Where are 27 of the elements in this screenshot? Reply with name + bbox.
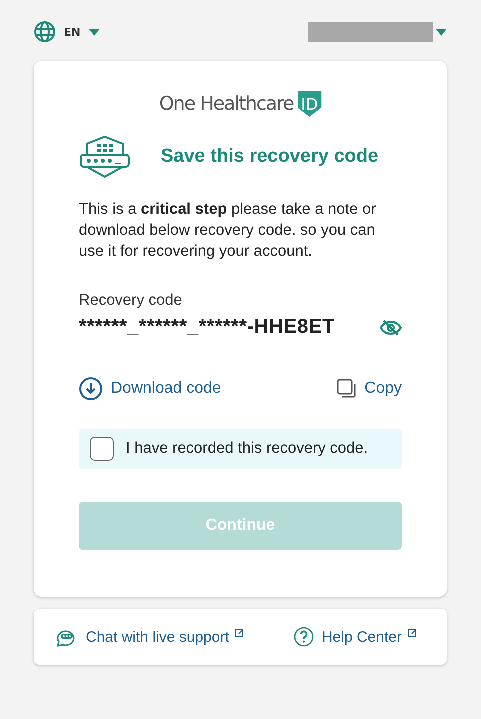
globe-icon: [34, 21, 56, 43]
external-link-icon: [235, 628, 244, 638]
help-center-link[interactable]: Help Center: [294, 627, 417, 647]
download-link[interactable]: Download code: [79, 377, 222, 401]
link-label: Copy: [364, 380, 402, 398]
recovery-code-label: Recovery code: [79, 292, 184, 310]
chat-support-link[interactable]: Chat with live support: [56, 627, 244, 647]
page-title: Save this recovery code: [161, 146, 379, 168]
visibility-toggle[interactable]: [380, 320, 402, 336]
link-label: Help Center: [322, 628, 402, 646]
instruction-text: This is a critical step please take a note or download below recovery code. so you can use it for recovering your account.: [79, 200, 378, 262]
copy-link[interactable]: Copy: [336, 377, 402, 401]
download-icon: [79, 377, 103, 401]
link-label: Chat with live support: [86, 628, 230, 646]
language-selector[interactable]: EN: [34, 21, 100, 43]
help-icon: [294, 627, 314, 647]
external-link-icon: [408, 628, 417, 638]
copy-icon: [336, 379, 357, 399]
confirm-checkbox[interactable]: [90, 437, 114, 461]
caret-icon: [88, 28, 100, 36]
logo-text: One Healthcare: [159, 93, 294, 115]
shield-keypad-icon: [79, 135, 131, 179]
logo-badge: ID: [298, 91, 322, 117]
caret-icon: [436, 28, 447, 36]
recovery-code: ******_******_******-HHE8ET: [79, 316, 336, 339]
checkbox-label: I have recorded this recovery code.: [126, 440, 368, 458]
link-label: Download code: [111, 380, 222, 398]
